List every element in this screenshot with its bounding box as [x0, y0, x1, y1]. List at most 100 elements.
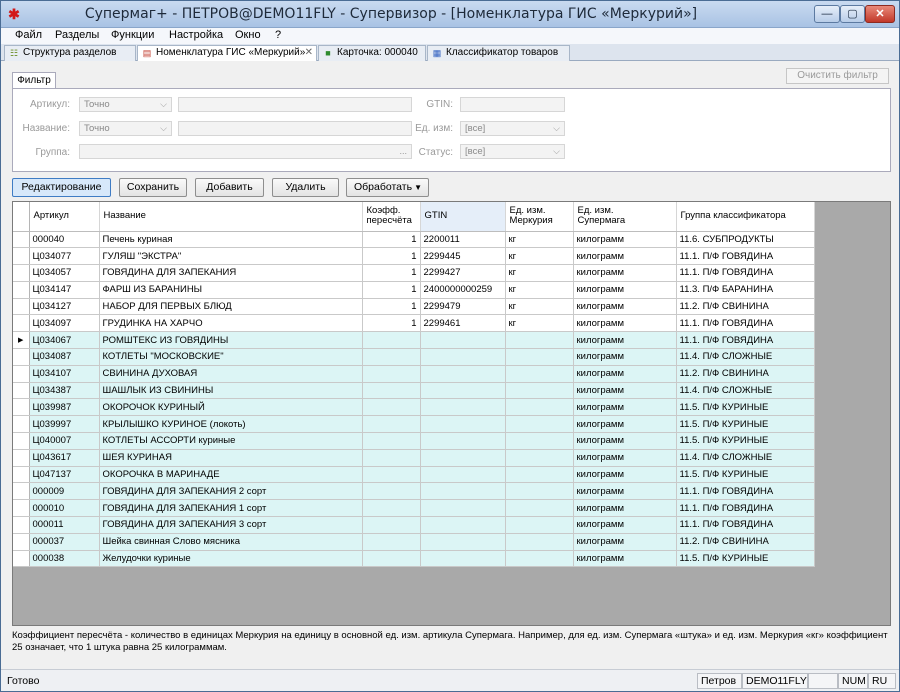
cell-coeff[interactable]: 1 [362, 231, 421, 249]
cell-unit-sm[interactable]: килограмм [573, 415, 677, 434]
cell-coeff[interactable] [362, 331, 421, 350]
row-selector[interactable] [13, 482, 30, 501]
cell-name[interactable]: КОТЛЕТЫ АССОРТИ куриные [99, 432, 363, 450]
cell-unit-merc[interactable] [505, 432, 574, 450]
header-article[interactable]: Артикул [29, 202, 100, 232]
cell-name[interactable]: ГОВЯДИНА ДЛЯ ЗАПЕКАНИЯ 3 сорт [99, 516, 363, 534]
header-group[interactable]: Группа классификатора [676, 202, 815, 232]
cell-unit-merc[interactable]: кг [505, 264, 574, 282]
cell-group[interactable]: 11.1. П/Ф ГОВЯДИНА [676, 314, 815, 333]
cell-article[interactable]: Ц034107 [29, 365, 100, 383]
table-row[interactable]: Ц043617 ШЕЯ КУРИНАЯ килограмм 11.4. П/Ф СЛО… [13, 449, 815, 467]
cell-group[interactable]: 11.6. СУБПРОДУКТЫ [676, 231, 815, 249]
cell-unit-sm[interactable]: килограмм [573, 499, 677, 518]
cell-name[interactable]: ФАРШ ИЗ БАРАНИНЫ [99, 281, 363, 299]
row-selector[interactable] [13, 499, 30, 518]
cell-unit-sm[interactable]: килограмм [573, 281, 677, 299]
cell-unit-merc[interactable] [505, 550, 574, 568]
row-selector[interactable] [13, 231, 30, 249]
header-unit-supermag[interactable]: Ед. изм. Супермага [573, 202, 677, 232]
cell-unit-sm[interactable]: килограмм [573, 264, 677, 282]
gtin-input[interactable] [460, 97, 565, 112]
cell-coeff[interactable] [362, 398, 421, 417]
cell-name[interactable]: НАБОР ДЛЯ ПЕРВЫХ БЛЮД [99, 298, 363, 316]
cell-unit-sm[interactable]: килограмм [573, 516, 677, 534]
cell-article[interactable]: 000040 [29, 231, 100, 249]
cell-name[interactable]: РОМШТЕКС ИЗ ГОВЯДИНЫ [99, 331, 363, 350]
cell-gtin[interactable]: 2299427 [420, 264, 506, 282]
cell-article[interactable]: Ц039987 [29, 398, 100, 417]
cell-group[interactable]: 11.5. П/Ф КУРИНЫЕ [676, 398, 815, 417]
cell-coeff[interactable] [362, 466, 421, 484]
cell-article[interactable]: Ц040007 [29, 432, 100, 450]
menu-window[interactable]: Окно [235, 29, 261, 41]
cell-gtin[interactable] [420, 449, 506, 467]
cell-unit-merc[interactable] [505, 466, 574, 484]
cell-group[interactable]: 11.2. П/Ф СВИНИНА [676, 533, 815, 551]
cell-coeff[interactable] [362, 550, 421, 568]
cell-unit-sm[interactable]: килограмм [573, 331, 677, 350]
cell-unit-merc[interactable] [505, 516, 574, 534]
cell-unit-sm[interactable]: килограмм [573, 482, 677, 501]
cell-article[interactable]: Ц034087 [29, 348, 100, 366]
cell-article[interactable]: 000010 [29, 499, 100, 518]
cell-unit-sm[interactable]: килограмм [573, 432, 677, 450]
cell-unit-sm[interactable]: килограмм [573, 365, 677, 383]
cell-name[interactable]: СВИНИНА ДУХОВАЯ [99, 365, 363, 383]
cell-gtin[interactable] [420, 365, 506, 383]
cell-name[interactable]: ГОВЯДИНА ДЛЯ ЗАПЕКАНИЯ [99, 264, 363, 282]
cell-coeff[interactable] [362, 482, 421, 501]
tab-card[interactable]: ■ Карточка: 000040 [318, 45, 426, 61]
cell-group[interactable]: 11.5. П/Ф КУРИНЫЕ [676, 415, 815, 434]
table-row[interactable]: Ц034097 ГРУДИНКА НА ХАРЧО 1 2299461 кг килогр… [13, 314, 815, 333]
table-row[interactable]: 000009 ГОВЯДИНА ДЛЯ ЗАПЕКАНИЯ 2 сорт килог… [13, 482, 815, 501]
cell-unit-merc[interactable] [505, 365, 574, 383]
row-selector[interactable] [13, 449, 30, 467]
table-row[interactable]: 000040 Печень куриная 1 2200011 кг килограмм 1… [13, 231, 815, 249]
cell-name[interactable]: ОКОРОЧОК КУРИНЫЙ [99, 398, 363, 417]
cell-unit-sm[interactable]: килограмм [573, 382, 677, 400]
unit-select[interactable]: [все] ⌵ [460, 121, 565, 136]
cell-unit-merc[interactable] [505, 533, 574, 551]
cell-group[interactable]: 11.1. П/Ф ГОВЯДИНА [676, 482, 815, 501]
row-selector[interactable] [13, 247, 30, 266]
cell-gtin[interactable] [420, 499, 506, 518]
row-selector[interactable] [13, 264, 30, 282]
cell-article[interactable]: 000011 [29, 516, 100, 534]
cell-gtin[interactable] [420, 550, 506, 568]
cell-article[interactable]: 000038 [29, 550, 100, 568]
cell-name[interactable]: ГРУДИНКА НА ХАРЧО [99, 314, 363, 333]
cell-name[interactable]: Печень куриная [99, 231, 363, 249]
row-selector[interactable] [13, 314, 30, 333]
row-selector[interactable] [13, 415, 30, 434]
minimize-button[interactable]: — [814, 5, 840, 23]
row-selector[interactable] [13, 516, 30, 534]
cell-unit-merc[interactable]: кг [505, 231, 574, 249]
table-row[interactable]: 000037 Шейка свинная Слово мясника килогра… [13, 533, 815, 551]
cell-group[interactable]: 11.5. П/Ф КУРИНЫЕ [676, 550, 815, 568]
clear-filter-button[interactable]: Очистить фильтр [786, 68, 889, 84]
table-row[interactable]: Ц039997 КРЫЛЫШКО КУРИНОЕ (локоть) килограм… [13, 415, 815, 434]
table-row[interactable]: Ц034147 ФАРШ ИЗ БАРАНИНЫ 1 2400000000259 кг к… [13, 281, 815, 299]
cell-group[interactable]: 11.3. П/Ф БАРАНИНА [676, 281, 815, 299]
cell-article[interactable]: Ц043617 [29, 449, 100, 467]
cell-article[interactable]: Ц034127 [29, 298, 100, 316]
row-selector[interactable] [13, 550, 30, 568]
tab-structure[interactable]: ☷ Структура разделов [4, 45, 136, 61]
table-row[interactable]: Ц034087 КОТЛЕТЫ "МОСКОВСКИЕ" килограмм 11.4… [13, 348, 815, 366]
cell-name[interactable]: КРЫЛЫШКО КУРИНОЕ (локоть) [99, 415, 363, 434]
cell-group[interactable]: 11.1. П/Ф ГОВЯДИНА [676, 516, 815, 534]
cell-article[interactable]: Ц047137 [29, 466, 100, 484]
row-selector[interactable] [13, 298, 30, 316]
cell-unit-sm[interactable]: килограмм [573, 298, 677, 316]
cell-gtin[interactable] [420, 466, 506, 484]
menu-file[interactable]: Файл [15, 29, 42, 41]
cell-unit-merc[interactable] [505, 331, 574, 350]
cell-article[interactable]: 000009 [29, 482, 100, 501]
cell-gtin[interactable]: 2400000000259 [420, 281, 506, 299]
process-dropdown-button[interactable]: Обработать ▼ [346, 178, 429, 197]
cell-name[interactable]: Желудочки куриные [99, 550, 363, 568]
table-row[interactable]: ▶ Ц034067 РОМШТЕКС ИЗ ГОВЯДИНЫ килограмм 11.… [13, 331, 815, 350]
row-selector[interactable] [13, 398, 30, 417]
table-row[interactable]: Ц034387 ШАШЛЫК ИЗ СВИНИНЫ килограмм 11.4. П… [13, 382, 815, 400]
